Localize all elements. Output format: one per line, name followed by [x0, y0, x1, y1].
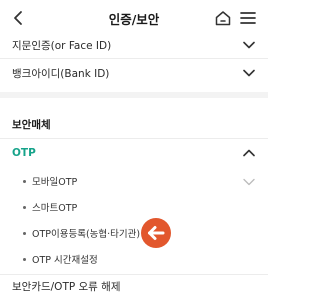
sub-item-smart-otp[interactable]: 스마트OTP	[0, 196, 268, 220]
sub-item-label: OTP 시간재설정	[32, 255, 98, 266]
section-title-security-media: 보안매체	[12, 119, 51, 131]
section-separator	[0, 92, 268, 98]
sub-item-otp-registration[interactable]: OTP이용등록(농협·타기관)	[0, 222, 268, 246]
chevron-down-icon	[243, 69, 255, 77]
back-arrow-icon	[14, 11, 22, 25]
bankid-label: 뱅크아이디(Bank ID)	[12, 68, 110, 80]
menu-row-bankid[interactable]: 뱅크아이디(Bank ID)	[0, 60, 268, 86]
fingerprint-label: 지문인증(or Face ID)	[12, 40, 112, 52]
top-header: 인증/보안	[0, 0, 268, 36]
left-arrow-icon	[148, 226, 165, 240]
sub-item-label: 모바일OTP	[32, 177, 78, 188]
error-reset-label: 보안카드/OTP 오류 해제	[12, 281, 121, 293]
sub-item-label: 스마트OTP	[32, 203, 78, 214]
hamburger-menu-icon	[240, 12, 256, 24]
divider	[0, 274, 268, 275]
menu-row-otp[interactable]: OTP	[0, 142, 268, 166]
bullet	[23, 206, 26, 209]
chevron-down-icon	[243, 178, 255, 186]
menu-row-error-reset[interactable]: 보안카드/OTP 오류 해제	[0, 276, 268, 300]
home-icon	[215, 11, 231, 26]
bullet	[23, 232, 26, 235]
chevron-down-icon	[243, 41, 255, 49]
otp-label: OTP	[12, 147, 36, 159]
bullet	[23, 258, 26, 261]
back-button[interactable]	[8, 8, 28, 28]
chevron-up-icon	[243, 149, 255, 157]
sub-item-mobile-otp[interactable]: 모바일OTP	[0, 170, 268, 194]
divider	[0, 138, 268, 139]
menu-button[interactable]	[238, 8, 258, 28]
home-button[interactable]	[213, 8, 233, 28]
bullet	[23, 180, 26, 183]
pointer-arrow-badge	[141, 218, 171, 248]
sub-item-otp-time-reset[interactable]: OTP 시간재설정	[0, 248, 268, 272]
menu-row-fingerprint[interactable]: 지문인증(or Face ID)	[0, 33, 268, 57]
divider	[0, 58, 268, 59]
sub-item-label: OTP이용등록(농협·타기관)	[32, 229, 141, 240]
